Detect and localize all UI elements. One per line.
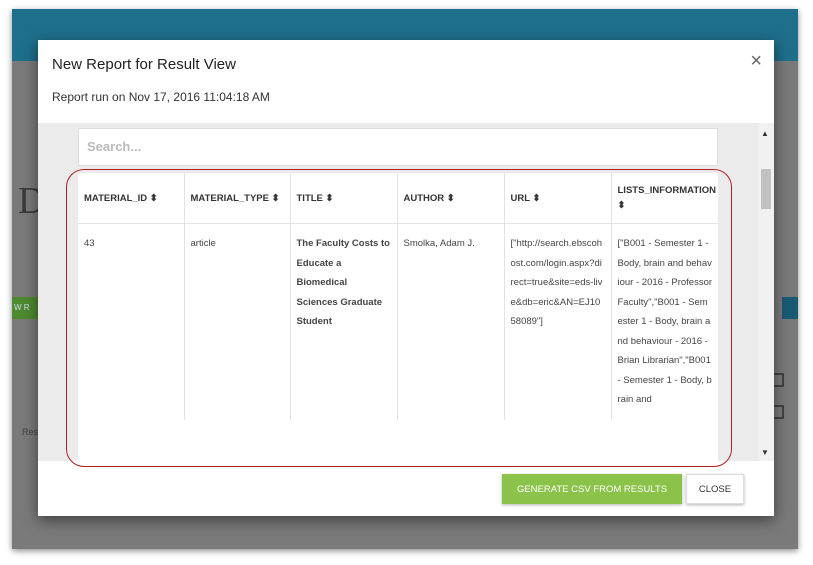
background-green-button: W R	[12, 297, 38, 319]
search-input[interactable]: Search...	[78, 128, 718, 166]
vertical-scrollbar[interactable]: ▲ ▼	[758, 123, 774, 461]
scroll-down-icon[interactable]: ▼	[761, 448, 769, 457]
background-label: Res	[22, 427, 39, 437]
scrollbar-thumb[interactable]	[761, 169, 771, 209]
report-run-timestamp: Report run on Nov 17, 2016 11:04:18 AM	[52, 90, 270, 104]
background-blue-button	[782, 297, 798, 319]
generate-csv-button[interactable]: GENERATE CSV FROM RESULTS	[502, 474, 682, 504]
scroll-up-icon[interactable]: ▲	[761, 129, 769, 138]
modal-title: New Report for Result View	[52, 56, 236, 73]
close-button[interactable]: CLOSE	[686, 474, 744, 504]
close-icon[interactable]: ×	[750, 50, 762, 73]
highlight-annotation	[66, 169, 732, 467]
